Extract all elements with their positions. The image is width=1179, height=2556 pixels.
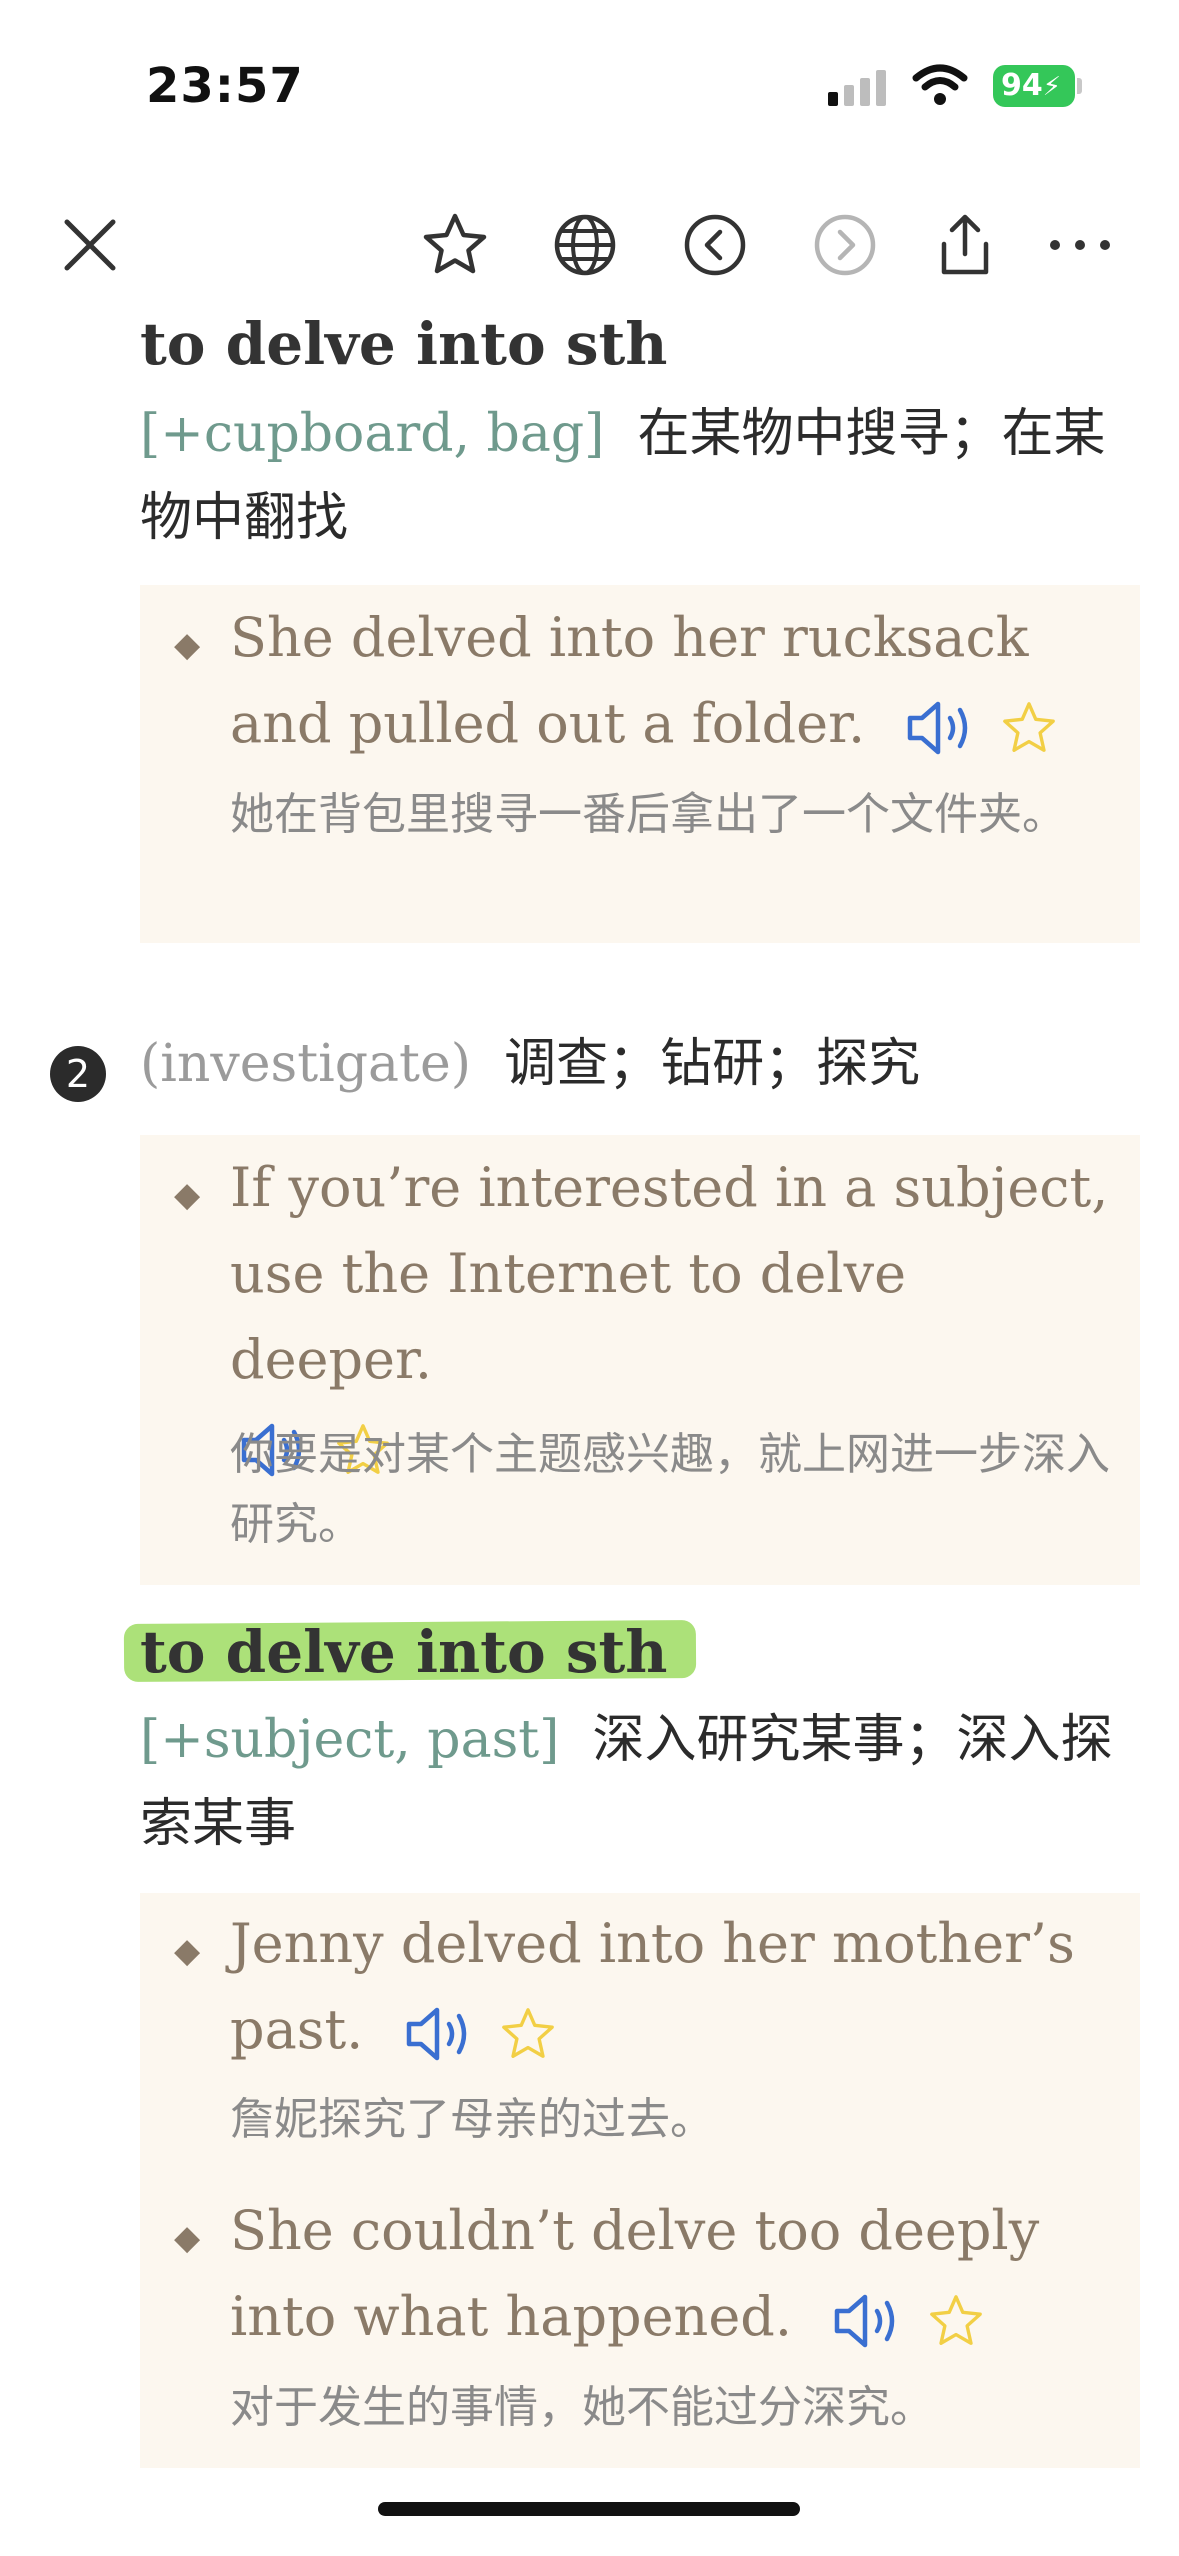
home-indicator[interactable] — [378, 2502, 800, 2516]
forward-icon — [814, 214, 876, 276]
globe-icon — [554, 214, 616, 276]
star-icon — [423, 213, 487, 274]
more-icon — [1050, 240, 1110, 250]
speaker-icon[interactable] — [831, 2291, 901, 2351]
web-search-button[interactable] — [545, 205, 625, 285]
example-en: Jenny delved into her mother’s past. — [230, 1912, 1075, 2061]
example-translation: 她在背包里搜寻一番后拿出了一个文件夹。 — [230, 789, 1066, 840]
favorite-button[interactable] — [415, 205, 495, 285]
previous-button[interactable] — [675, 205, 755, 285]
close-icon — [64, 219, 116, 271]
favorite-star-icon[interactable] — [499, 2005, 557, 2063]
example-translation: 对于发生的事情，她不能过分深究。 — [230, 2382, 934, 2433]
bullet-icon: ◆ — [174, 1931, 201, 1971]
speaker-icon[interactable] — [904, 698, 974, 758]
example-sentence: Jenny delved into her mother’s past. — [230, 1901, 1110, 2073]
bullet-icon: ◆ — [174, 2218, 201, 2258]
battery-level: 94 — [1001, 68, 1043, 103]
cellular-signal-icon — [828, 70, 886, 106]
phrase-heading: to delve into sth — [140, 310, 668, 378]
charging-bolt-icon: ⚡ — [1042, 72, 1062, 102]
status-time: 23:57 — [146, 58, 304, 114]
battery-cap — [1077, 78, 1082, 94]
example-sentence: She couldn’t delve too deeply into what … — [230, 2188, 1110, 2360]
example-box: ◆ Jenny delved into her mother’s past. 詹… — [140, 1893, 1140, 2468]
favorite-star-icon[interactable] — [927, 2292, 985, 2350]
battery-indicator: 94⚡ — [993, 65, 1075, 107]
bullet-icon: ◆ — [174, 1175, 201, 1215]
close-button[interactable] — [50, 205, 130, 285]
example-translation: 詹妮探究了母亲的过去。 — [230, 2094, 714, 2145]
sense-definition: (investigate) 调查；钻研；探究 — [140, 1022, 1140, 1106]
speaker-icon[interactable] — [403, 2004, 473, 2064]
favorite-star-icon[interactable] — [1000, 699, 1058, 757]
grammar-note: [+subject, past] — [140, 1710, 560, 1770]
grammar-note: [+cupboard, bag] — [140, 404, 605, 464]
example-box: ◆ She delved into her rucksack and pulle… — [140, 585, 1140, 943]
example-en: If you’re interested in a subject, use t… — [230, 1156, 1109, 1391]
example-box: ◆ If you’re interested in a subject, use… — [140, 1135, 1140, 1585]
definition: [+cupboard, bag] 在某物中搜寻；在某物中翻找 — [140, 392, 1140, 560]
bullet-icon: ◆ — [174, 625, 201, 665]
definition: [+subject, past] 深入研究某事；深入探索某事 — [140, 1698, 1140, 1866]
phrase-heading: to delve into sth — [140, 1618, 668, 1686]
wifi-icon — [912, 64, 968, 105]
sense-indicator: (investigate) — [140, 1034, 472, 1094]
share-icon — [941, 214, 989, 275]
next-button[interactable] — [805, 205, 885, 285]
back-icon — [684, 214, 746, 276]
share-button[interactable] — [925, 205, 1005, 285]
sense-definition-text: 调查；钻研；探究 — [504, 1034, 921, 1094]
sense-number: 2 — [50, 1046, 106, 1102]
more-button[interactable] — [1040, 205, 1120, 285]
example-sentence: She delved into her rucksack and pulled … — [230, 595, 1110, 767]
example-en: She couldn’t delve too deeply into what … — [230, 2199, 1040, 2348]
example-translation: 你要是对某个主题感兴趣，就上网进一步深入研究。 — [230, 1429, 1110, 1550]
